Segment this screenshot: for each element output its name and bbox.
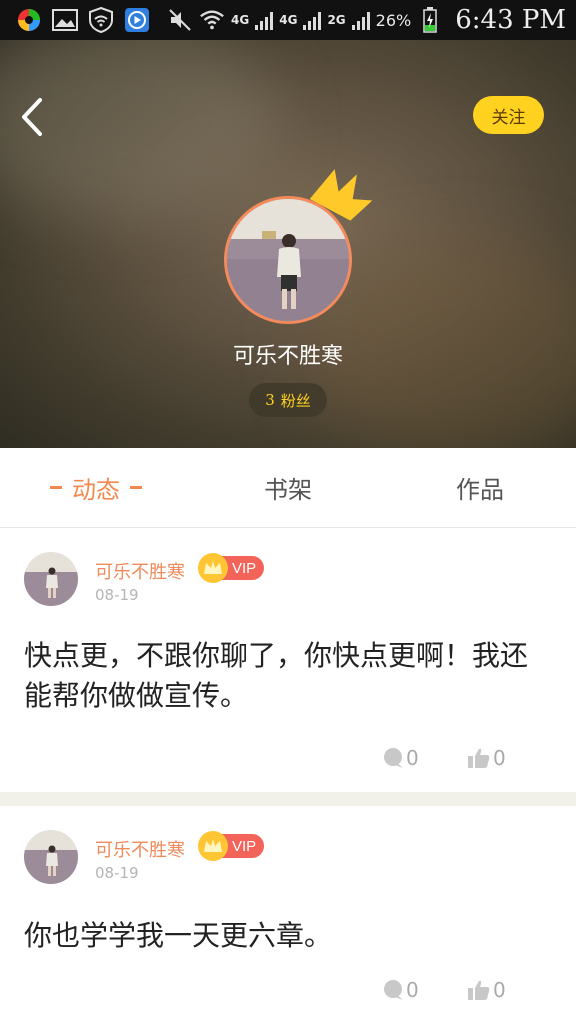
clock: 6:43 PM (455, 5, 566, 35)
follow-button[interactable]: 关注 (473, 96, 544, 134)
tab-activity[interactable]: 动态 (0, 448, 192, 527)
fans-count: 3 (265, 391, 275, 409)
tab-works[interactable]: 作品 (384, 448, 576, 527)
post-text: 你也学学我一天更六章。 (24, 919, 333, 952)
list-item[interactable]: 可乐不胜寒 VIP 08-19 快点更，不跟你聊了，你快点更啊！我还能帮你做做宣… (0, 528, 576, 792)
post-text: 快点更，不跟你聊了，你快点更啊！我还能帮你做做宣传。 (24, 639, 529, 712)
avatar[interactable] (24, 552, 78, 606)
back-button[interactable] (14, 94, 50, 140)
profile-tabs: 动态 书架 作品 (0, 448, 576, 528)
vip-badge: VIP (198, 831, 265, 861)
shield-wifi-icon (88, 7, 114, 33)
tab-activity-label: 动态 (72, 476, 120, 504)
post-actions: 0 0 (0, 978, 576, 1008)
network-type-2: 4G (279, 13, 298, 27)
avatar[interactable] (24, 830, 78, 884)
comment-icon (384, 748, 403, 768)
wifi-icon (199, 7, 225, 33)
post-author[interactable]: 可乐不胜寒 (95, 836, 185, 862)
post-date: 08-19 (95, 864, 139, 882)
vip-crown-icon (198, 831, 228, 861)
like-button[interactable]: 0 (467, 978, 506, 1002)
tab-works-label: 作品 (456, 476, 504, 504)
section-divider (0, 792, 576, 806)
comment-count: 0 (406, 746, 419, 770)
crown-icon (309, 169, 373, 221)
battery-charging-icon (417, 7, 443, 33)
vip-crown-icon (198, 553, 228, 583)
fans-badge[interactable]: 3 粉丝 (249, 383, 327, 417)
status-bar: 4G 4G 2G 26% 6:43 PM (0, 0, 576, 40)
comment-count: 0 (406, 978, 419, 1002)
profile-header: 关注 可乐不胜寒 3 粉丝 (0, 40, 576, 448)
comment-button[interactable]: 0 (382, 978, 419, 1002)
list-item[interactable]: 可乐不胜寒 VIP 08-19 你也学学我一天更六章。 0 0 (0, 806, 576, 1024)
network-type-1: 4G (231, 13, 250, 27)
tab-bookshelf[interactable]: 书架 (192, 448, 384, 527)
signal-icon (255, 10, 274, 30)
tab-indicator-left (50, 486, 62, 489)
mute-icon (167, 7, 193, 33)
vip-badge: VIP (198, 553, 265, 583)
fans-label: 粉丝 (280, 391, 311, 410)
post-date: 08-19 (95, 586, 139, 604)
video-player-icon (124, 7, 150, 33)
tab-bookshelf-label: 书架 (264, 476, 312, 504)
profile-nickname: 可乐不胜寒 (232, 344, 343, 369)
like-count: 0 (493, 746, 506, 770)
comment-icon (384, 980, 403, 1000)
chevron-left-icon (22, 98, 42, 136)
like-count: 0 (493, 978, 506, 1002)
comment-button[interactable]: 0 (382, 746, 419, 770)
thumbs-up-icon (468, 980, 490, 1000)
signal-icon-2 (303, 10, 322, 30)
app-notification-icon (16, 7, 42, 33)
thumbs-up-icon (468, 748, 490, 768)
tab-indicator-right (130, 486, 142, 489)
network-type-3: 2G (327, 13, 346, 27)
post-author[interactable]: 可乐不胜寒 (95, 558, 185, 584)
like-button[interactable]: 0 (467, 746, 506, 770)
signal-icon-3 (351, 10, 370, 30)
gallery-icon (52, 7, 78, 33)
battery-percent: 26% (375, 10, 412, 30)
post-actions: 0 0 (0, 746, 576, 776)
